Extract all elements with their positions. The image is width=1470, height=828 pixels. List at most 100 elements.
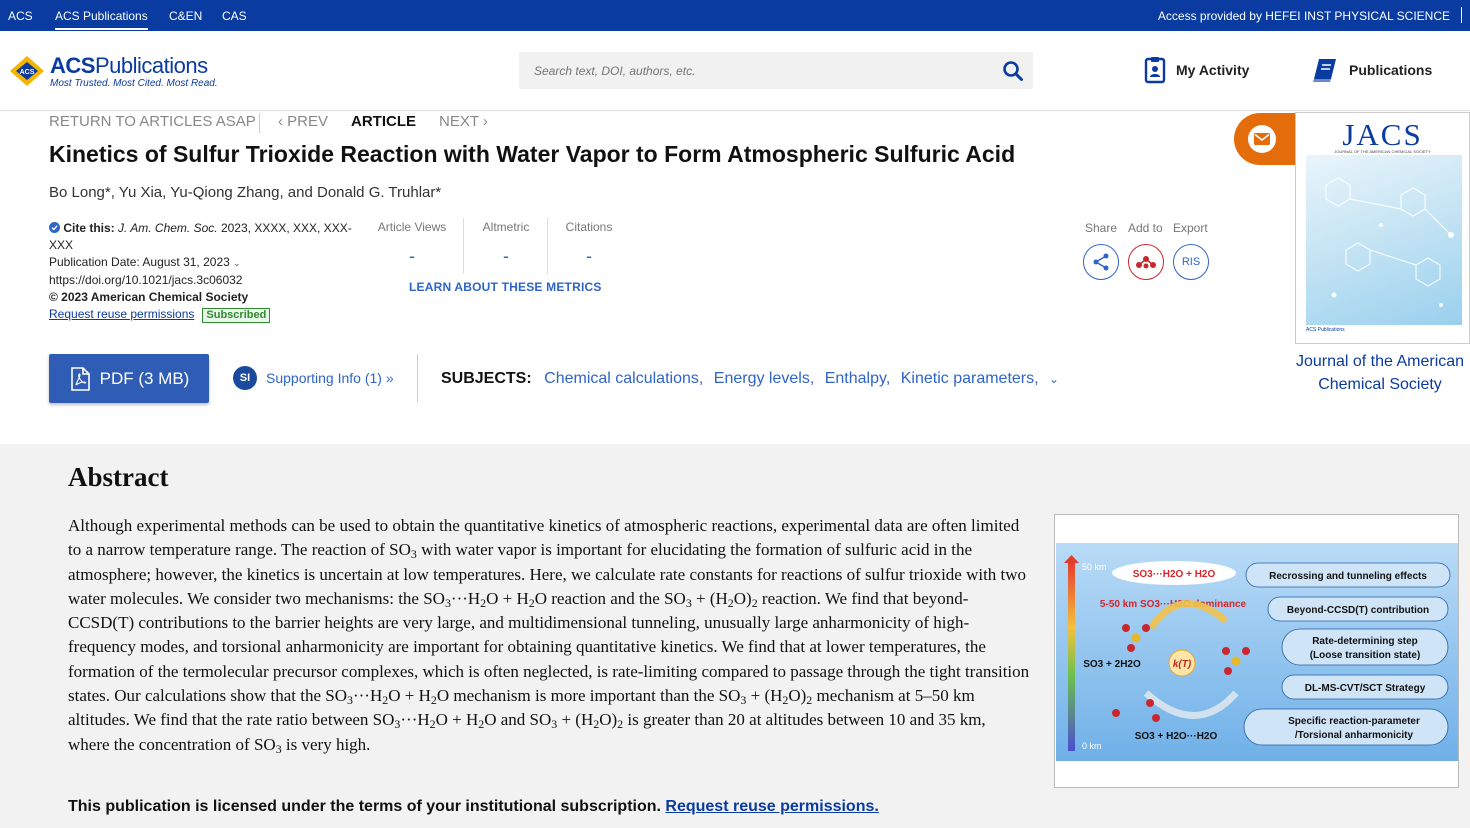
search-bar (519, 52, 1033, 89)
logo-wordmark: ACSPublications (50, 53, 208, 78)
search-icon (1003, 61, 1023, 81)
altitude-bottom-label: 0 km (1082, 741, 1102, 751)
return-to-articles-link[interactable]: RETURN TO ARTICLES ASAP (49, 113, 256, 130)
share-label: Share (1085, 221, 1118, 235)
toc-box-label: Rate-determining step (1312, 636, 1418, 647)
my-activity-label: My Activity (1176, 62, 1250, 78)
copyright: © 2023 American Chemical Society (49, 290, 249, 304)
metric-citations: Citations - (565, 220, 613, 266)
abstract-text: Although experimental methods can be use… (68, 516, 1030, 756)
share-button[interactable] (1083, 244, 1119, 280)
article-title: Kinetics of Sulfur Trioxide Reaction wit… (49, 141, 1016, 167)
toc-box-label: Beyond-CCSD(T) contribution (1287, 605, 1429, 616)
book-icon (1313, 59, 1336, 82)
acs-hexagon-icon: ACS (10, 56, 44, 86)
acs-logo[interactable]: ACS ACSPublications Most Trusted. Most C… (8, 51, 238, 96)
subject-link[interactable]: Chemical calculations (544, 370, 699, 387)
doi-link[interactable]: https://doi.org/10.1021/jacs.3c06032 (49, 272, 349, 289)
subject-link[interactable]: Enthalpy (825, 370, 886, 387)
toc-box-label: /Torsional anharmonicity (1295, 730, 1414, 741)
nav-divider (259, 113, 260, 133)
mendeley-icon (1136, 256, 1156, 269)
prev-link[interactable]: ‹ PREV (278, 113, 328, 130)
altitude-bar (1068, 561, 1075, 751)
envelope-icon (1254, 133, 1270, 145)
email-alert-button[interactable] (1234, 113, 1298, 165)
license-statement: This publication is licensed under the t… (68, 798, 879, 815)
kt-label: k(T) (1173, 659, 1192, 670)
altitude-top-label: 50 km (1082, 562, 1107, 572)
search-button[interactable] (1001, 59, 1025, 83)
access-provider: Access provided by HEFEI INST PHYSICAL S… (1157, 9, 1450, 23)
abstract-heading: Abstract (68, 462, 169, 492)
subjects-expand-chevron-icon[interactable]: ⌄ (1049, 372, 1059, 386)
top-complex-label: SO3···H2O + H2O (1133, 569, 1216, 580)
toc-figure: 50 km 0 km SO3···H2O + H2O 5-50 km SO3··… (1056, 543, 1458, 761)
export-label: Export (1173, 221, 1208, 235)
cite-ref-cont: XXX (49, 238, 74, 252)
toc-graphic[interactable]: 50 km 0 km SO3···H2O + H2O 5-50 km SO3··… (1054, 514, 1459, 788)
topbar-link-acs[interactable]: ACS (8, 9, 33, 23)
cover-jacs-title: JACS (1342, 117, 1423, 152)
toc-figure-svg: 50 km 0 km SO3···H2O + H2O 5-50 km SO3··… (1064, 555, 1451, 751)
cite-this[interactable]: Cite this: J. Am. Chem. Soc. 2023, XXXX,… (49, 220, 352, 237)
supporting-info-link[interactable]: SI Supporting Info (1) » (233, 366, 394, 390)
email-icon-wrap (1248, 125, 1276, 153)
learn-about-metrics-link[interactable]: LEARN ABOUT THESE METRICS (409, 280, 602, 294)
publication-date[interactable]: Publication Date: August 31, 2023 ⌄ (49, 254, 349, 272)
search-input[interactable] (519, 52, 989, 89)
subject-link[interactable]: Energy levels (714, 370, 810, 387)
supporting-info-label: Supporting Info (1) » (266, 370, 394, 386)
current-article-label: ARTICLE (351, 113, 416, 130)
add-to-button[interactable] (1128, 244, 1164, 280)
left-reactant-label: SO3 + 2H2O (1083, 659, 1141, 670)
actions-divider (417, 354, 418, 402)
topbar-divider (1461, 7, 1462, 23)
article-authors[interactable]: Bo Long*, Yu Xia, Yu-Qiong Zhang, and Do… (49, 184, 441, 201)
publications-label: Publications (1349, 62, 1433, 78)
metric-divider (463, 218, 464, 274)
toc-box-label: Recrossing and tunneling effects (1269, 571, 1427, 582)
svg-text:ACS: ACS (20, 69, 35, 76)
cycle-arrow-bottom (1143, 690, 1239, 719)
subjects-list: SUBJECTS: Chemical calculations, Energy … (441, 370, 1060, 387)
metric-divider (547, 218, 548, 274)
cover-subtitle: JOURNAL OF THE AMERICAN CHEMICAL SOCIETY (1334, 149, 1431, 154)
si-icon: SI (233, 366, 257, 390)
toc-box-label: Specific reaction-parameter (1288, 716, 1420, 727)
subjects-label: SUBJECTS: (441, 370, 532, 387)
chevron-left-icon: ‹ (278, 113, 288, 130)
chevron-down-icon: ⌄ (233, 258, 241, 268)
request-reuse-link[interactable]: Request reuse permissions (49, 307, 194, 321)
citation-block: Cite this: J. Am. Chem. Soc. 2023, XXXX,… (49, 220, 352, 323)
topbar-link-cen[interactable]: C&EN (169, 9, 202, 23)
subscribed-badge: Subscribed (202, 308, 271, 323)
add-to-label: Add to (1128, 221, 1163, 235)
topbar-link-cas[interactable]: CAS (222, 9, 247, 23)
site-header: ACS ACSPublications Most Trusted. Most C… (0, 31, 1470, 111)
pdf-download-button[interactable]: PDF (3 MB) (49, 354, 209, 403)
top-bar: ACS ACS Publications C&EN CAS Access pro… (0, 0, 1470, 31)
metric-article-views: Article Views - (377, 220, 447, 266)
cover-footer: ACS Publications (1306, 327, 1345, 333)
pdf-button-label: PDF (3 MB) (99, 368, 190, 388)
my-activity-link[interactable]: My Activity (1144, 54, 1249, 86)
topbar-link-acs-publications[interactable]: ACS Publications (55, 9, 148, 30)
subject-link[interactable]: Kinetic parameters (901, 370, 1034, 387)
request-reuse-permissions-link[interactable]: Request reuse permissions. (665, 798, 878, 815)
altitude-arrow-icon (1064, 555, 1079, 563)
next-link[interactable]: NEXT › (439, 113, 488, 130)
journal-name-link[interactable]: Journal of the American Chemical Society (1290, 350, 1470, 396)
cover-artwork (1306, 155, 1462, 325)
share-icon (1093, 253, 1109, 271)
bottom-complex-label: SO3 + H2O···H2O (1135, 731, 1218, 742)
clipboard-user-icon (1144, 57, 1166, 84)
publications-link[interactable]: Publications (1311, 54, 1432, 86)
journal-cover[interactable]: JACS JOURNAL OF THE AMERICAN CHEMICAL SO… (1295, 112, 1470, 344)
toc-box-label: DL-MS-CVT/SCT Strategy (1305, 683, 1426, 694)
check-circle-icon (49, 222, 60, 233)
export-ris-button[interactable]: RIS (1173, 244, 1209, 280)
logo-tagline: Most Trusted. Most Cited. Most Read. (50, 78, 218, 89)
chevron-right-icon: › (478, 113, 488, 130)
pdf-file-icon (70, 366, 90, 391)
